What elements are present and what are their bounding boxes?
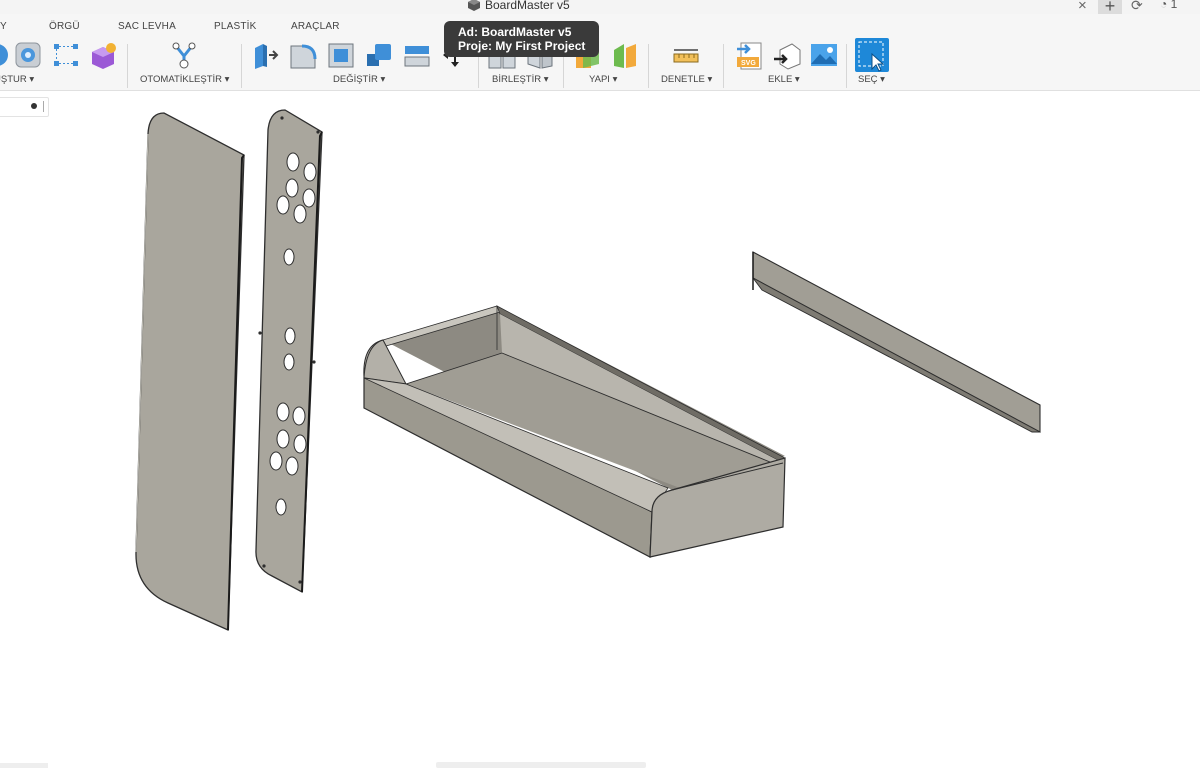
tab-mesh[interactable]: ÖRGÜ [49,21,80,32]
model-viewport[interactable] [0,91,1200,761]
select-icon[interactable] [855,38,889,72]
document-title: BoardMaster v5 [485,0,570,12]
select-group-label[interactable]: SEÇ ▾ [858,74,885,85]
automate-group-label[interactable]: OTOMATİKLEŞTİR ▾ [140,74,229,85]
insert-image-icon[interactable] [809,40,839,70]
fillet-icon[interactable] [288,40,318,70]
tab-sheet-metal[interactable]: SAC LEVHA [118,21,176,32]
axis-icon[interactable] [610,40,640,70]
close-tab-icon[interactable]: × [1078,0,1087,14]
form-icon[interactable] [51,40,81,70]
tab-utilities[interactable]: ARAÇLAR [291,21,340,32]
angle-strip-part[interactable] [752,251,1041,433]
navigation-bar[interactable] [436,762,646,768]
tray-part[interactable] [363,305,786,558]
viewport-canvas[interactable] [0,91,1200,761]
job-status-button[interactable]: ◔ 1 [1160,0,1177,11]
separator [127,44,128,88]
create-group-label[interactable]: UŞTUR ▾ [0,74,34,85]
separator [846,44,847,88]
sketch-circle-icon[interactable] [14,40,44,70]
tab-surface[interactable]: Y [0,21,7,32]
tooltip-project: Proje: My First Project [458,39,586,53]
side-panel-part[interactable] [135,112,245,631]
scale-icon[interactable] [364,40,394,70]
automate-icon[interactable] [169,40,199,70]
document-tooltip: Ad: BoardMaster v5 Proje: My First Proje… [444,21,599,57]
tooltip-name: Ad: BoardMaster v5 [458,25,572,39]
title-bar: BoardMaster v5 × + ⟳ ◔ 1 [0,0,1200,16]
separator [648,44,649,88]
box-star-icon[interactable] [88,40,118,70]
press-pull-icon[interactable] [251,40,281,70]
shell-icon[interactable] [326,40,356,70]
modify-group-label[interactable]: DEĞİŞTİR ▾ [333,74,385,85]
sync-icon[interactable]: ⟳ [1131,0,1143,14]
cube-icon [468,0,480,11]
combine-group-label[interactable]: BİRLEŞTİR ▾ [492,74,549,85]
insert-svg-icon[interactable]: SVG [735,40,765,70]
document-title-area: BoardMaster v5 [468,0,570,12]
sphere-icon[interactable] [0,40,12,70]
tab-plastic[interactable]: PLASTİK [214,21,257,32]
toolbar: Y ÖRGÜ SAC LEVHA PLASTİK ARAÇLAR UŞTUR ▾… [0,14,1200,91]
perforated-panel-part[interactable] [255,109,323,594]
separator [723,44,724,88]
bottom-panel-stub [0,763,48,768]
insert-mesh-icon[interactable] [772,40,802,70]
svg-text:SVG: SVG [741,60,756,67]
inspect-group-label[interactable]: DENETLE ▾ [661,74,712,85]
separator [241,44,242,88]
measure-icon[interactable] [671,40,701,70]
construct-group-label[interactable]: YAPI ▾ [589,74,617,85]
insert-group-label[interactable]: EKLE ▾ [768,74,800,85]
split-body-icon[interactable] [402,40,432,70]
job-count: 1 [1170,0,1178,11]
